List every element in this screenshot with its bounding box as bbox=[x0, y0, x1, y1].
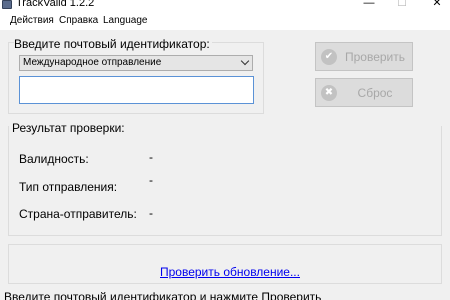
title-bar[interactable]: TrackValid 1.2.2 — ☐ ✕ bbox=[0, 0, 450, 11]
checkmark-icon: ✔ bbox=[321, 49, 337, 65]
cancel-icon: ✖ bbox=[321, 85, 337, 101]
result-group-label: Результат проверки: bbox=[12, 121, 125, 135]
status-text: Введите почтовый идентификатор и нажмите… bbox=[4, 290, 322, 300]
shipment-type-value: - bbox=[149, 173, 153, 187]
close-button[interactable]: ✕ bbox=[424, 0, 450, 10]
validity-value: - bbox=[149, 150, 153, 164]
shipment-type-selected: Международное отправление bbox=[23, 57, 162, 68]
minimize-button[interactable]: — bbox=[356, 0, 382, 10]
sender-country-label: Страна-отправитель: bbox=[19, 207, 137, 221]
check-update-link[interactable]: Проверить обновление... bbox=[160, 265, 300, 279]
window-title: TrackValid 1.2.2 bbox=[16, 0, 95, 9]
menu-bar: Действия Справка Language bbox=[0, 11, 450, 30]
menu-help[interactable]: Справка bbox=[59, 15, 98, 27]
app-icon bbox=[2, 0, 12, 9]
sender-country-value: - bbox=[149, 206, 153, 220]
status-bar: Введите почтовый идентификатор и нажмите… bbox=[0, 289, 450, 300]
maximize-button[interactable]: ☐ bbox=[389, 0, 415, 10]
reset-button-label: Сброс bbox=[357, 86, 393, 100]
menu-actions[interactable]: Действия bbox=[10, 15, 54, 27]
reset-button[interactable]: ✖ Сброс bbox=[315, 78, 413, 107]
input-group-label: Введите почтовый идентификатор: bbox=[14, 37, 212, 51]
tracking-id-input[interactable] bbox=[19, 76, 254, 104]
check-button-label: Проверить bbox=[344, 50, 405, 64]
check-button[interactable]: ✔ Проверить bbox=[315, 42, 413, 71]
menu-language[interactable]: Language bbox=[103, 15, 148, 27]
validity-label: Валидность: bbox=[19, 152, 89, 166]
chevron-down-icon bbox=[240, 56, 250, 66]
shipment-type-select[interactable]: Международное отправление bbox=[19, 55, 253, 71]
shipment-type-label: Тип отправления: bbox=[19, 180, 118, 194]
